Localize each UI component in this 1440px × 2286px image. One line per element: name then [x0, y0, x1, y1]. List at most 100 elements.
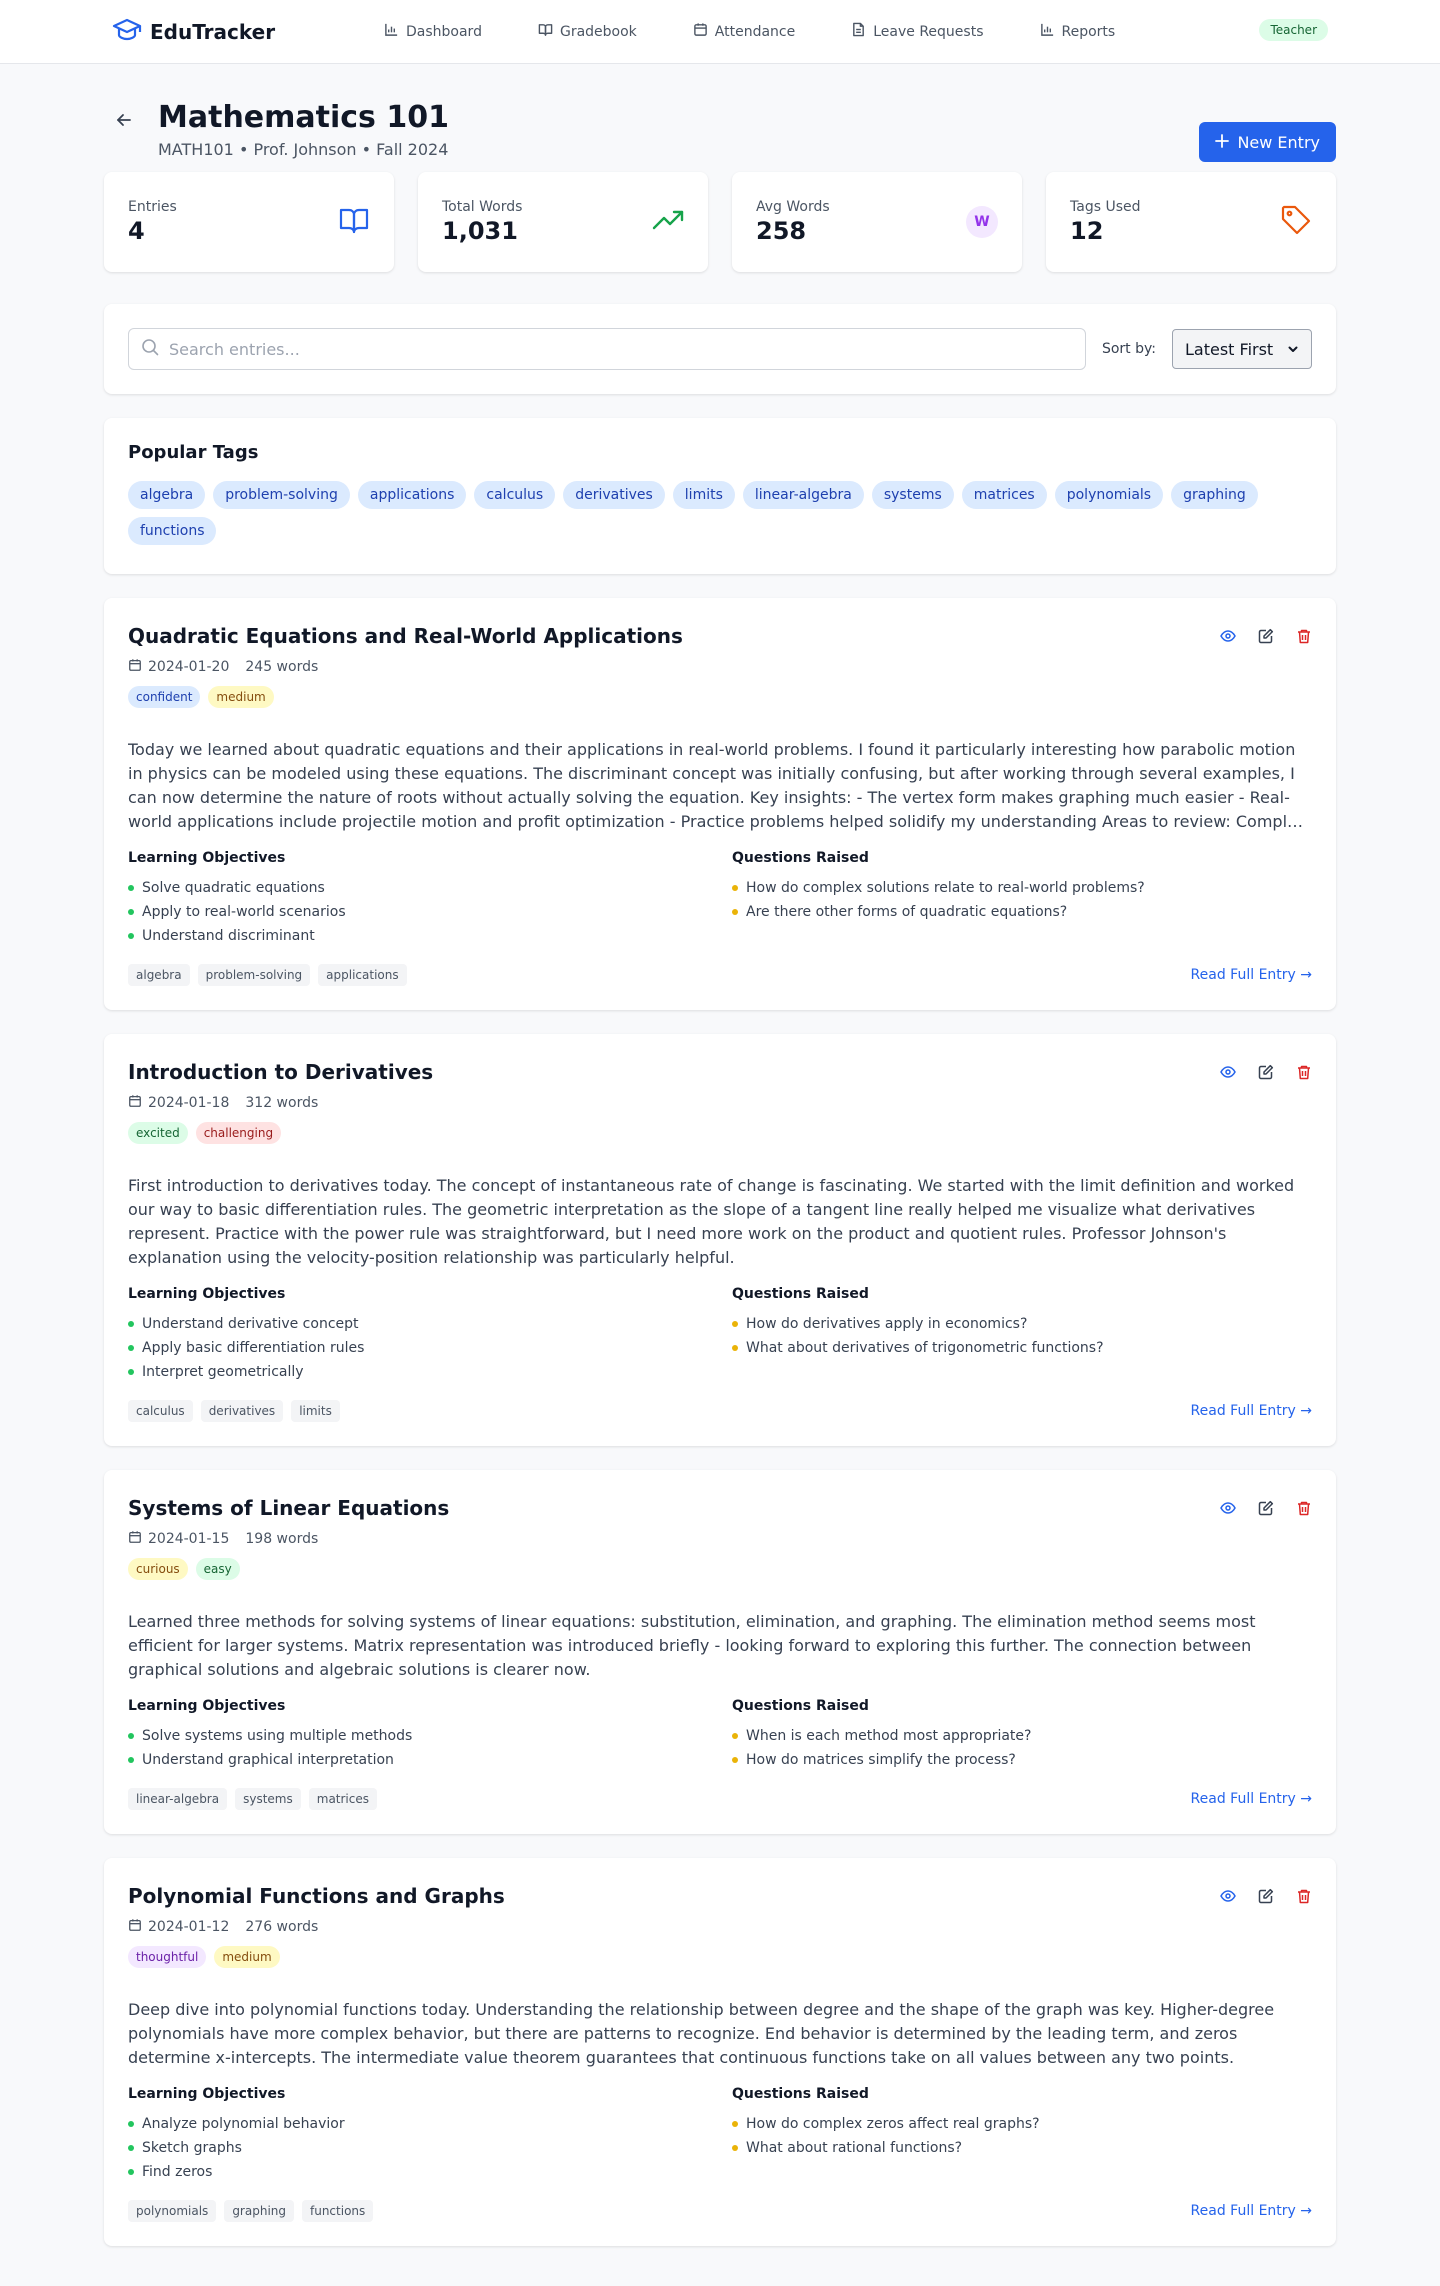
entry-tag[interactable]: graphing [224, 2200, 294, 2222]
bullet-dot [732, 1321, 738, 1327]
read-full-entry-link[interactable]: Read Full Entry → [1191, 967, 1312, 983]
tag-pill[interactable]: systems [871, 481, 954, 509]
question-item: When is each method most appropriate? [732, 1724, 1312, 1748]
trash-icon[interactable] [1296, 1888, 1312, 1908]
entry-date-text: 2024-01-12 [148, 1919, 230, 1935]
read-full-entry-link[interactable]: Read Full Entry → [1191, 1791, 1312, 1807]
eye-icon[interactable] [1220, 628, 1236, 648]
read-full-entry-link[interactable]: Read Full Entry → [1191, 2203, 1312, 2219]
entry-tag[interactable]: linear-algebra [128, 1788, 228, 1810]
tag-pill[interactable]: polynomials [1054, 481, 1164, 509]
search-box[interactable] [128, 328, 1086, 370]
calendar-icon [693, 22, 708, 41]
entry-tag[interactable]: matrices [308, 1788, 377, 1810]
tag-pill[interactable]: matrices [961, 481, 1047, 509]
tag-pill[interactable]: derivatives [563, 481, 665, 509]
objective-text: Solve systems using multiple methods [142, 1728, 413, 1744]
brand-name: EduTracker [150, 19, 276, 44]
objectives-title: Learning Objectives [128, 2086, 286, 2102]
entry-tag[interactable]: systems [235, 1788, 301, 1810]
entry-tag[interactable]: limits [291, 1400, 340, 1422]
edit-icon[interactable] [1258, 1500, 1274, 1520]
tag-pill[interactable]: graphing [1171, 481, 1258, 509]
nav-item-gradebook[interactable]: Gradebook [538, 22, 637, 41]
edit-icon[interactable] [1258, 1064, 1274, 1084]
eye-icon[interactable] [1220, 1064, 1236, 1084]
bullet-dot [128, 933, 134, 939]
entry-badges: confident medium [128, 686, 1312, 708]
graduation-cap-icon [112, 18, 142, 46]
bar-chart-icon [384, 22, 399, 41]
tag-pill[interactable]: problem-solving [213, 481, 350, 509]
entry-title[interactable]: Systems of Linear Equations [128, 1494, 1312, 1522]
edit-icon[interactable] [1258, 628, 1274, 648]
tag-pill[interactable]: applications [357, 481, 467, 509]
sort-select[interactable]: Latest First [1172, 329, 1312, 369]
entry-tag[interactable]: derivatives [200, 1400, 284, 1422]
entry-tag[interactable]: applications [318, 964, 407, 986]
entry-title[interactable]: Introduction to Derivatives [128, 1058, 1312, 1086]
brand[interactable]: EduTracker [112, 18, 384, 46]
entry-title[interactable]: Polynomial Functions and Graphs [128, 1882, 1312, 1910]
book-open-icon [338, 204, 370, 240]
entry-tag[interactable]: polynomials [128, 2200, 217, 2222]
trash-icon[interactable] [1296, 1064, 1312, 1084]
w-letter-icon: W [966, 206, 998, 238]
entry-body: Deep dive into polynomial functions toda… [128, 2000, 1275, 2067]
nav-item-leave-requests[interactable]: Leave Requests [851, 22, 984, 41]
nav-item-dashboard[interactable]: Dashboard [384, 22, 482, 41]
question-text: What about derivatives of trigonometric … [746, 1340, 1104, 1356]
objective-text: Interpret geometrically [142, 1364, 304, 1380]
bullet-dot [732, 1345, 738, 1351]
mood-badge: medium [208, 686, 274, 708]
mood-badge: curious [128, 1558, 188, 1580]
chevron-down-icon [1287, 340, 1299, 359]
trash-icon[interactable] [1296, 628, 1312, 648]
top-nav: EduTracker Dashboard Gradebook Attendanc… [0, 0, 1440, 64]
entry-date: 2024-01-15 [128, 1530, 229, 1548]
nav-item-attendance[interactable]: Attendance [693, 22, 795, 41]
entry-word-count: 245 words [245, 659, 319, 675]
entry-card: Polynomial Functions and Graphs 2024-01-… [104, 1858, 1336, 2246]
entry-tag[interactable]: algebra [128, 964, 190, 986]
stat-card-avg-words: Avg Words 258 W [732, 172, 1022, 272]
objective-text: Apply to real-world scenarios [142, 904, 346, 920]
read-full-entry-link[interactable]: Read Full Entry → [1191, 1403, 1312, 1419]
entry-tag[interactable]: functions [302, 2200, 374, 2222]
entry-title[interactable]: Quadratic Equations and Real-World Appli… [128, 622, 1312, 650]
edit-icon[interactable] [1258, 1888, 1274, 1908]
sort-value: Latest First [1185, 339, 1274, 359]
stat-card-tags-used: Tags Used 12 [1046, 172, 1336, 272]
entry-badges: thoughtful medium [128, 1946, 1312, 1968]
plus-icon [1215, 133, 1230, 152]
stat-card-total-words: Total Words 1,031 [418, 172, 708, 272]
tag-pill[interactable]: linear-algebra [742, 481, 864, 509]
bullet-dot [732, 1733, 738, 1739]
eye-icon[interactable] [1220, 1888, 1236, 1908]
tag-pill[interactable]: algebra [128, 481, 206, 509]
tag-pill[interactable]: limits [672, 481, 735, 509]
mood-badge: easy [195, 1558, 240, 1580]
objective-text: Sketch graphs [142, 2140, 242, 2156]
mood-badge: excited [128, 1122, 188, 1144]
bar-chart-icon [1040, 22, 1055, 41]
entry-date-text: 2024-01-18 [148, 1095, 230, 1111]
eye-icon[interactable] [1220, 1500, 1236, 1520]
tag-pill[interactable]: functions [128, 517, 217, 545]
nav-item-reports[interactable]: Reports [1040, 22, 1115, 41]
entry-tag[interactable]: problem-solving [197, 964, 311, 986]
back-arrow-icon[interactable] [114, 110, 134, 130]
new-entry-button[interactable]: New Entry [1199, 122, 1336, 162]
entry-actions [1220, 1500, 1312, 1520]
questions-raised: Questions Raised How do complex zeros af… [732, 2086, 1312, 2184]
objective-text: Understand derivative concept [142, 1316, 359, 1332]
book-open-icon [538, 22, 553, 41]
trash-icon[interactable] [1296, 1500, 1312, 1520]
nav-label: Leave Requests [873, 23, 984, 40]
entry-card: Systems of Linear Equations 2024-01-15 1… [104, 1470, 1336, 1834]
objective-text: Find zeros [142, 2164, 213, 2180]
search-input[interactable] [169, 339, 1073, 359]
entry-tag[interactable]: calculus [128, 1400, 193, 1422]
entry-actions [1220, 1064, 1312, 1084]
tag-pill[interactable]: calculus [474, 481, 556, 509]
